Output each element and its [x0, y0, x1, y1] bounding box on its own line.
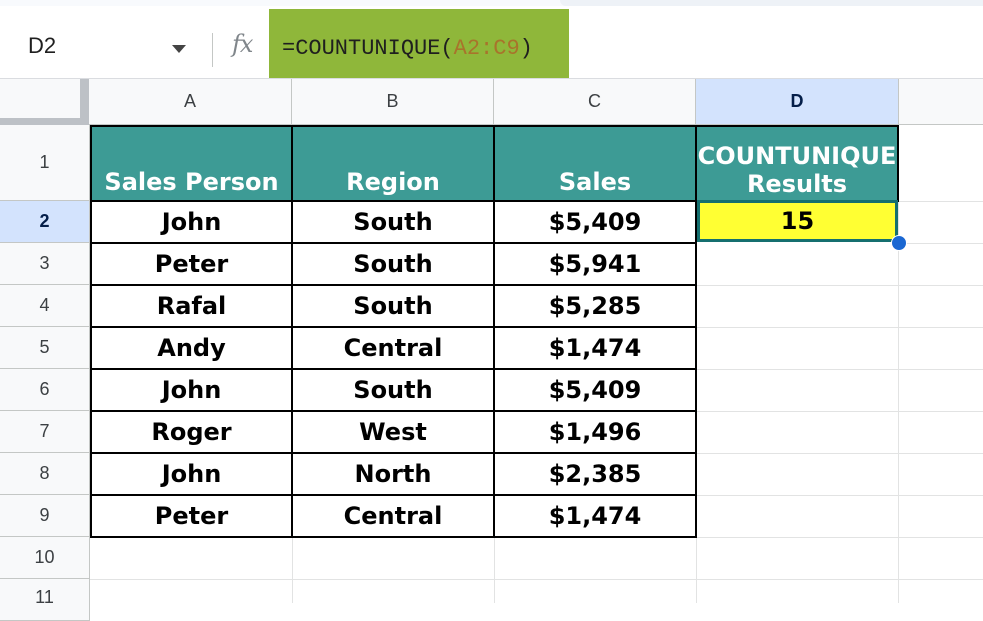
formula-input[interactable]: =COUNTUNIQUE(A2:C9): [282, 36, 533, 61]
row-header-1[interactable]: 1: [0, 125, 90, 201]
table-cell-a3[interactable]: Peter: [90, 244, 293, 286]
formula-bar-divider: [212, 33, 213, 67]
header-cell-c1[interactable]: Sales: [495, 125, 697, 202]
column-header-b[interactable]: B: [292, 79, 494, 125]
gridline: [696, 327, 983, 328]
column-header-a[interactable]: A: [89, 79, 292, 125]
table-cell-a2[interactable]: John: [90, 202, 293, 244]
name-box[interactable]: D2: [0, 6, 200, 78]
fill-handle[interactable]: [891, 235, 907, 251]
table-cell-b6[interactable]: South: [293, 370, 495, 412]
fx-icon: fx: [232, 30, 253, 58]
table-cell-b4[interactable]: South: [293, 286, 495, 328]
formula-function: =COUNTUNIQUE(: [282, 36, 454, 61]
table-cell-b7[interactable]: West: [293, 412, 495, 454]
gridline: [696, 537, 983, 538]
table-cell-c3[interactable]: $5,941: [495, 244, 697, 286]
gridline: [696, 453, 983, 454]
table-cell-c4[interactable]: $5,285: [495, 286, 697, 328]
table-cell-b3[interactable]: South: [293, 244, 495, 286]
row-header-4[interactable]: 4: [0, 285, 90, 327]
freeze-handle-horizontal[interactable]: [0, 118, 89, 125]
formula-close-paren: ): [519, 36, 533, 61]
table-cell-b8[interactable]: North: [293, 454, 495, 496]
table-cell-a4[interactable]: Rafal: [90, 286, 293, 328]
row-header-9[interactable]: 9: [0, 495, 90, 537]
header-label: Sales: [558, 168, 632, 196]
name-box-value: D2: [28, 33, 57, 58]
table-cell-a5[interactable]: Andy: [90, 328, 293, 370]
table-cell-c5[interactable]: $1,474: [495, 328, 697, 370]
gridline: [696, 285, 983, 286]
formula-range-ref: A2:C9: [453, 36, 520, 61]
result-cell-d2[interactable]: 15: [697, 200, 898, 242]
gridline: [898, 201, 983, 202]
result-header-line1: COUNTUNIQUE: [697, 142, 897, 170]
result-header-line2: Results: [746, 170, 848, 198]
column-header-d[interactable]: D: [696, 79, 899, 125]
table-cell-a8[interactable]: John: [90, 454, 293, 496]
row-header-2[interactable]: 2: [0, 201, 90, 243]
row-header-11[interactable]: 11: [0, 579, 90, 621]
header-label: Region: [346, 168, 440, 196]
header-cell-b1[interactable]: Region: [293, 125, 495, 202]
row-header-8[interactable]: 8: [0, 453, 90, 495]
gridline: [90, 579, 983, 580]
table-cell-c7[interactable]: $1,496: [495, 412, 697, 454]
header-cell-d1[interactable]: COUNTUNIQUE Results: [697, 125, 899, 202]
table-cell-c8[interactable]: $2,385: [495, 454, 697, 496]
table-cell-c6[interactable]: $5,409: [495, 370, 697, 412]
name-box-dropdown-icon[interactable]: [172, 45, 186, 53]
table-cell-c9[interactable]: $1,474: [495, 496, 697, 538]
gridline: [696, 369, 983, 370]
column-header-e[interactable]: [899, 79, 983, 125]
gridline: [696, 495, 983, 496]
table-cell-b2[interactable]: South: [293, 202, 495, 244]
gridline: [292, 537, 293, 603]
row-header-6[interactable]: 6: [0, 369, 90, 411]
table-cell-b5[interactable]: Central: [293, 328, 495, 370]
gridline: [898, 243, 983, 244]
column-header-c[interactable]: C: [494, 79, 696, 125]
header-label: Sales Person: [104, 168, 279, 196]
gridline: [696, 411, 983, 412]
table-cell-a9[interactable]: Peter: [90, 496, 293, 538]
row-header-5[interactable]: 5: [0, 327, 90, 369]
row-header-10[interactable]: 10: [0, 537, 90, 579]
table-cell-b9[interactable]: Central: [293, 496, 495, 538]
row-header-3[interactable]: 3: [0, 243, 90, 285]
table-cell-a6[interactable]: John: [90, 370, 293, 412]
gridline: [494, 537, 495, 603]
table-cell-a7[interactable]: Roger: [90, 412, 293, 454]
table-cell-c2[interactable]: $5,409: [495, 202, 697, 244]
header-cell-a1[interactable]: Sales Person: [90, 125, 293, 202]
row-header-7[interactable]: 7: [0, 411, 90, 453]
